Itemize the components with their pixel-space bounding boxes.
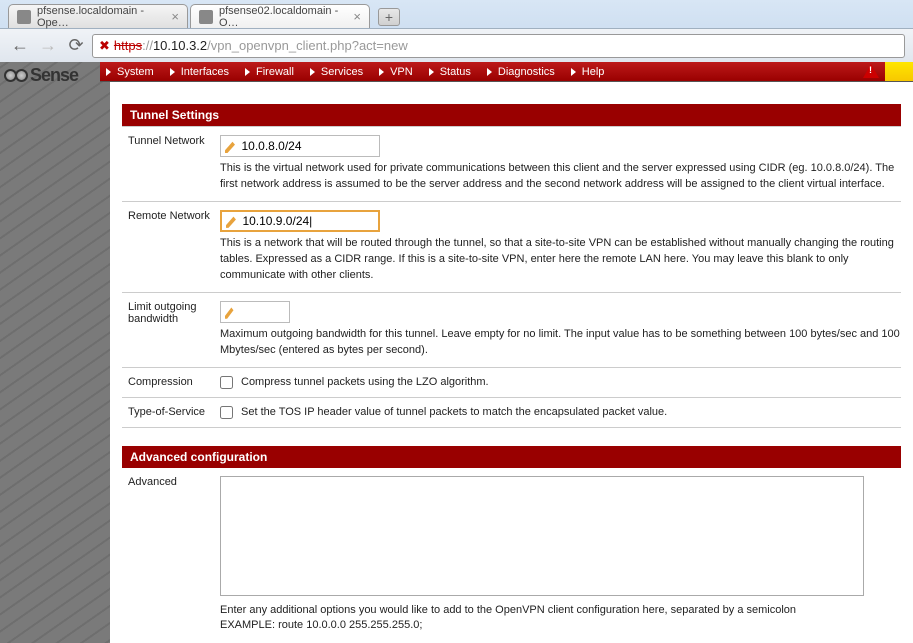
tab-bar: pfsense.localdomain - Ope… × pfsense02.l… bbox=[0, 0, 913, 28]
row-remote-network: Remote Network This is a network that wi… bbox=[122, 202, 901, 293]
chevron-right-icon bbox=[106, 68, 111, 76]
reload-button[interactable]: ⟳ bbox=[64, 34, 88, 58]
page-body: Sense System Interfaces Firewall Service… bbox=[0, 62, 913, 643]
label-tos: Type-of-Service bbox=[122, 406, 220, 419]
tos-checkbox[interactable] bbox=[220, 406, 233, 419]
menu-help[interactable]: Help bbox=[565, 66, 615, 78]
forward-button[interactable]: → bbox=[36, 34, 60, 58]
label-tunnel-network: Tunnel Network bbox=[122, 135, 220, 193]
nav-bar: ← → ⟳ ✖ https://10.10.3.2/vpn_openvpn_cl… bbox=[0, 28, 913, 62]
chevron-right-icon bbox=[379, 68, 384, 76]
pencil-icon bbox=[225, 139, 237, 153]
menu-firewall[interactable]: Firewall bbox=[239, 66, 304, 78]
tunnel-network-input[interactable] bbox=[241, 139, 375, 153]
insecure-icon: ✖ bbox=[99, 38, 110, 54]
new-tab-button[interactable]: + bbox=[378, 8, 400, 26]
desc-remote-network: This is a network that will be routed th… bbox=[220, 236, 901, 284]
chevron-right-icon bbox=[487, 68, 492, 76]
pencil-icon bbox=[225, 305, 236, 319]
label-limit-bandwidth: Limit outgoing bandwidth bbox=[122, 301, 220, 359]
row-tos: Type-of-Service Set the TOS IP header va… bbox=[122, 398, 901, 428]
pfsense-logo[interactable]: Sense bbox=[2, 62, 102, 88]
browser-chrome: pfsense.localdomain - Ope… × pfsense02.l… bbox=[0, 0, 913, 62]
row-tunnel-network: Tunnel Network This is the virtual netwo… bbox=[122, 126, 901, 202]
menu-status[interactable]: Status bbox=[423, 66, 481, 78]
tunnel-network-input-wrap bbox=[220, 135, 380, 157]
content-panel: Tunnel Settings Tunnel Network This is t… bbox=[110, 82, 913, 643]
label-advanced: Advanced bbox=[122, 476, 220, 643]
limit-bandwidth-input[interactable] bbox=[240, 305, 285, 319]
section-tunnel-settings: Tunnel Settings bbox=[122, 104, 901, 126]
alert-icon[interactable] bbox=[863, 64, 879, 78]
back-button[interactable]: ← bbox=[8, 34, 32, 58]
desc-tunnel-network: This is the virtual network used for pri… bbox=[220, 161, 901, 193]
menu-system[interactable]: System bbox=[100, 66, 164, 78]
favicon bbox=[17, 10, 31, 24]
favicon bbox=[199, 10, 213, 24]
browser-tab[interactable]: pfsense02.localdomain - O… × bbox=[190, 4, 370, 28]
row-advanced: Advanced Enter any additional options yo… bbox=[122, 468, 901, 643]
url-protocol: https bbox=[114, 38, 142, 53]
section-advanced-config: Advanced configuration bbox=[122, 446, 901, 468]
tab-title: pfsense02.localdomain - O… bbox=[219, 5, 347, 29]
chevron-right-icon bbox=[429, 68, 434, 76]
desc-advanced-2: EXAMPLE: route 10.0.0.0 255.255.255.0; bbox=[220, 619, 901, 631]
url-host: 10.10.3.2 bbox=[153, 38, 207, 53]
chevron-right-icon bbox=[571, 68, 576, 76]
desc-compression: Compress tunnel packets using the LZO al… bbox=[241, 376, 489, 388]
close-icon[interactable]: × bbox=[171, 9, 179, 24]
address-bar[interactable]: ✖ https://10.10.3.2/vpn_openvpn_client.p… bbox=[92, 34, 905, 58]
pencil-icon bbox=[226, 214, 238, 228]
chevron-right-icon bbox=[170, 68, 175, 76]
row-limit-bandwidth: Limit outgoing bandwidth Maximum outgoin… bbox=[122, 293, 901, 368]
chevron-right-icon bbox=[310, 68, 315, 76]
menu-vpn[interactable]: VPN bbox=[373, 66, 423, 78]
menu-interfaces[interactable]: Interfaces bbox=[164, 66, 239, 78]
advanced-textarea[interactable] bbox=[220, 476, 864, 596]
desc-limit-bandwidth: Maximum outgoing bandwidth for this tunn… bbox=[220, 327, 901, 359]
logo-text: Sense bbox=[30, 65, 78, 86]
limit-bandwidth-input-wrap bbox=[220, 301, 290, 323]
browser-tab[interactable]: pfsense.localdomain - Ope… × bbox=[8, 4, 188, 28]
menu-diagnostics[interactable]: Diagnostics bbox=[481, 66, 565, 78]
label-remote-network: Remote Network bbox=[122, 210, 220, 284]
desc-advanced-1: Enter any additional options you would l… bbox=[220, 603, 901, 619]
chevron-right-icon bbox=[245, 68, 250, 76]
label-compression: Compression bbox=[122, 376, 220, 389]
menu-services[interactable]: Services bbox=[304, 66, 373, 78]
remote-network-input[interactable] bbox=[242, 214, 374, 228]
tab-title: pfsense.localdomain - Ope… bbox=[37, 5, 165, 29]
compression-checkbox[interactable] bbox=[220, 376, 233, 389]
close-icon[interactable]: × bbox=[353, 9, 361, 24]
remote-network-input-wrap bbox=[220, 210, 380, 232]
main-menu: System Interfaces Firewall Services VPN … bbox=[100, 62, 885, 81]
desc-tos: Set the TOS IP header value of tunnel pa… bbox=[241, 406, 667, 418]
row-compression: Compression Compress tunnel packets usin… bbox=[122, 368, 901, 398]
url-path: /vpn_openvpn_client.php?act=new bbox=[207, 38, 408, 53]
